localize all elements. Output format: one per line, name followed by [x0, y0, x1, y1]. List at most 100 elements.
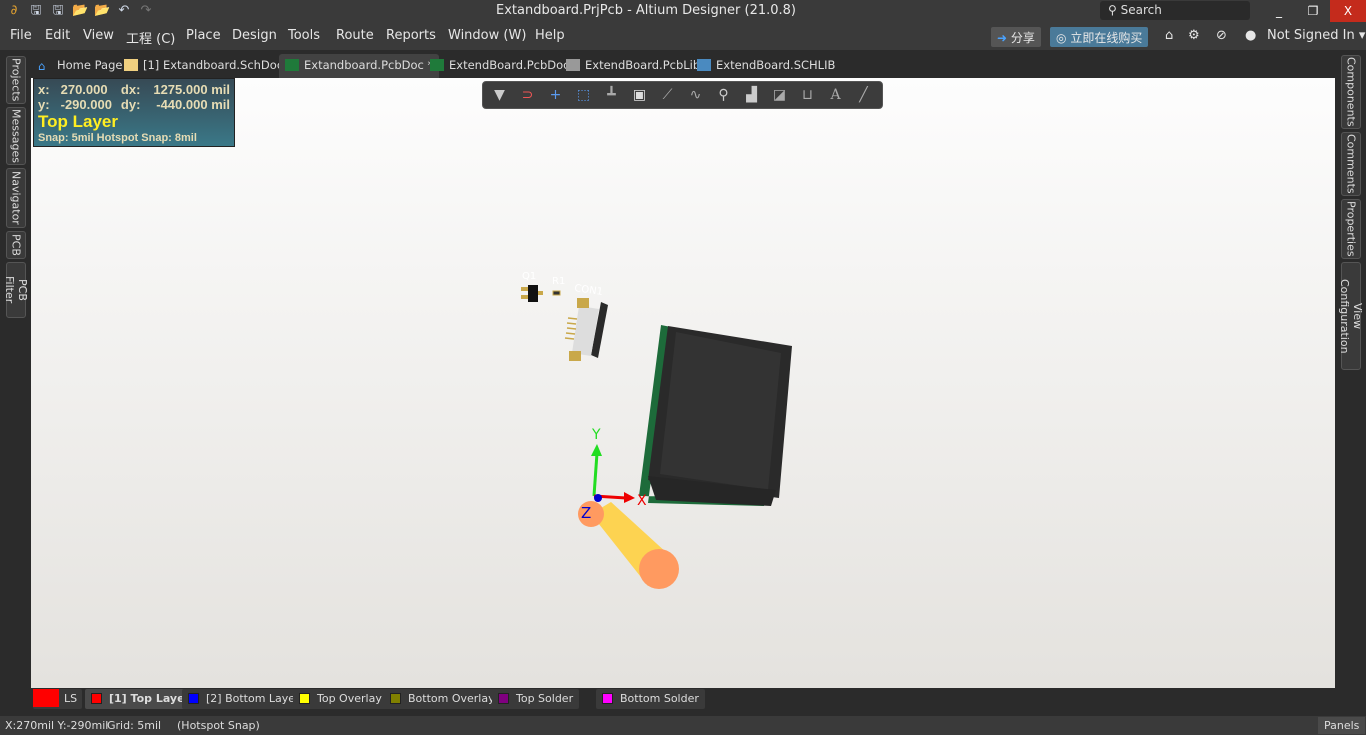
menu-edit[interactable]: Edit	[45, 28, 70, 43]
panel-tab-pcb-filter[interactable]: PCB Filter	[3, 262, 29, 318]
panel-tab-messages[interactable]: Messages	[6, 107, 26, 165]
minimize-button[interactable]: _	[1262, 0, 1296, 22]
layer-color-swatch	[602, 693, 613, 704]
close-button[interactable]: X	[1330, 0, 1366, 22]
tab-schlib[interactable]: ExtendBoard.SCHLIB	[691, 54, 841, 78]
panels-button[interactable]: Panels	[1318, 717, 1366, 734]
tab-label: [1] Extandboard.SchDoc *	[143, 58, 293, 72]
redo-icon[interactable]: ↷	[138, 3, 154, 19]
hud-x-value: 270.000	[60, 82, 108, 97]
save-all-icon[interactable]: 🖫	[50, 3, 66, 19]
designator-con1: CON1	[574, 283, 604, 298]
menu-view[interactable]: View	[83, 28, 114, 43]
layer-tab-bottom-layer[interactable]: [2] Bottom Layer	[182, 689, 306, 709]
text-icon[interactable]: A	[825, 85, 846, 106]
open-icon[interactable]: 📂	[72, 3, 88, 19]
tab-home-page[interactable]: ⌂ Home Page	[32, 54, 128, 78]
component-r1[interactable]	[552, 290, 561, 296]
panel-tab-properties[interactable]: Properties	[1341, 199, 1361, 259]
undo-icon[interactable]: ↶	[116, 3, 132, 19]
save-icon[interactable]: 🖫	[28, 3, 44, 19]
board-3d-view: Q1 R1 CON1 Y X Z	[521, 271, 792, 589]
buy-online-button[interactable]: ◎ 立即在线购买	[1050, 27, 1149, 47]
keepout-icon[interactable]: ◪	[769, 85, 790, 106]
pcb-3d-canvas[interactable]: Q1 R1 CON1 Y X Z	[31, 78, 1335, 688]
layer-label: Top Overlay	[317, 692, 382, 705]
panel-tab-pcb[interactable]: PCB	[6, 231, 26, 259]
menu-help[interactable]: Help	[535, 28, 565, 43]
layer-tab-top-solder[interactable]: Top Solder	[492, 689, 580, 709]
layer-color-swatch	[498, 693, 509, 704]
tab-extandboard-pcbdoc[interactable]: Extandboard.PcbDoc *	[279, 54, 440, 78]
dimension-icon[interactable]: ⊔	[797, 85, 818, 106]
hud-y-label: y:	[38, 97, 50, 112]
layer-tab-bottom-solder[interactable]: Bottom Solder	[596, 689, 705, 709]
restore-button[interactable]: ❐	[1296, 0, 1330, 22]
share-icon: ➜	[997, 31, 1008, 45]
menu-place[interactable]: Place	[186, 28, 221, 43]
notifications-off-icon[interactable]: ⊘	[1216, 28, 1227, 43]
user-icon[interactable]: ●	[1245, 28, 1256, 43]
layer-tab-top-overlay[interactable]: Top Overlay	[293, 689, 388, 709]
heads-up-display: x: 270.000 dx: 1275.000 mil y: -290.000 dy: -4…	[33, 78, 235, 147]
component-q1[interactable]	[521, 285, 543, 302]
open-project-icon[interactable]: 📂	[94, 3, 110, 19]
filter-icon[interactable]: ▼	[489, 85, 510, 106]
share-button[interactable]: ➜ 分享	[991, 27, 1041, 47]
tab-extendboard-pcbdoc[interactable]: ExtendBoard.PcbDoc	[424, 54, 575, 78]
component-lcd-module[interactable]	[639, 325, 792, 506]
cross-icon[interactable]: +	[545, 85, 566, 106]
title-bar: ∂ 🖫 🖫 📂 📂 ↶ ↷ Extandboard.PrjPcb - Altiu…	[0, 0, 1366, 22]
polygon-icon[interactable]: ▟	[741, 85, 762, 106]
tab-label: ExtendBoard.PcbLib	[585, 58, 701, 72]
interactive-routing-icon[interactable]: ⊃	[517, 85, 538, 106]
menu-design[interactable]: Design	[232, 28, 277, 43]
hud-unit: mil	[211, 97, 230, 112]
align-icon[interactable]: ┻	[601, 85, 622, 106]
line-icon[interactable]: ╱	[853, 85, 874, 106]
panel-tab-comments[interactable]: Comments	[1341, 132, 1361, 196]
layer-color-swatch	[299, 693, 310, 704]
component-icon[interactable]: ▣	[629, 85, 650, 106]
layer-set-button[interactable]: LS	[33, 689, 83, 709]
layer-tab-top-layer[interactable]: [1] Top Layer	[85, 689, 196, 709]
hud-snap: Snap: 5mil Hotspot Snap: 8mil	[38, 132, 197, 144]
buy-label: 立即在线购买	[1070, 31, 1143, 45]
status-bar: X:270mil Y:-290mil Grid: 5mil (Hotspot S…	[0, 716, 1366, 735]
tab-label: Home Page	[57, 58, 123, 72]
designator-q1: Q1	[522, 271, 536, 282]
component-con1[interactable]	[564, 298, 608, 361]
home-icon[interactable]: ⌂	[1165, 28, 1173, 43]
panel-tab-view-configuration[interactable]: View Configuration	[1338, 262, 1364, 370]
tab-schdoc[interactable]: [1] Extandboard.SchDoc *	[118, 54, 299, 78]
hud-x-label: x:	[38, 82, 50, 97]
route-icon[interactable]: ⟋	[657, 85, 678, 106]
status-snap: (Hotspot Snap)	[177, 719, 260, 732]
layer-label: Bottom Solder	[620, 692, 699, 705]
layer-label: [2] Bottom Layer	[206, 692, 300, 705]
menu-tools[interactable]: Tools	[288, 28, 320, 43]
menu-window[interactable]: Window (W)	[448, 28, 526, 43]
account-menu[interactable]: Not Signed In ▾	[1267, 28, 1365, 43]
layer-tab-bottom-overlay[interactable]: Bottom Overlay	[384, 689, 501, 709]
designator-r1: R1	[552, 276, 565, 287]
panel-tab-components[interactable]: Components	[1341, 55, 1361, 129]
layer-label: Bottom Overlay	[408, 692, 495, 705]
search-input[interactable]: ⚲ Search	[1100, 1, 1250, 20]
menu-file[interactable]: File	[10, 28, 32, 43]
tab-pcblib[interactable]: ExtendBoard.PcbLib	[560, 54, 706, 78]
diff-pair-icon[interactable]: ∿	[685, 85, 706, 106]
panel-tab-projects[interactable]: Projects	[6, 56, 26, 104]
gear-icon[interactable]: ⚙	[1188, 28, 1200, 43]
menu-reports[interactable]: Reports	[386, 28, 436, 43]
status-coordinates: X:270mil Y:-290mil	[5, 719, 109, 732]
select-rect-icon[interactable]: ⬚	[573, 85, 594, 106]
axis-y-label: Y	[591, 427, 601, 443]
search-placeholder: Search	[1120, 3, 1162, 17]
menu-route[interactable]: Route	[336, 28, 374, 43]
menu-project[interactable]: 工程 (C)	[126, 28, 175, 47]
layer-color-swatch	[390, 693, 401, 704]
panel-tab-navigator[interactable]: Navigator	[6, 168, 26, 228]
hud-dy-value: -440.000	[156, 97, 208, 112]
via-icon[interactable]: ⚲	[713, 85, 734, 106]
